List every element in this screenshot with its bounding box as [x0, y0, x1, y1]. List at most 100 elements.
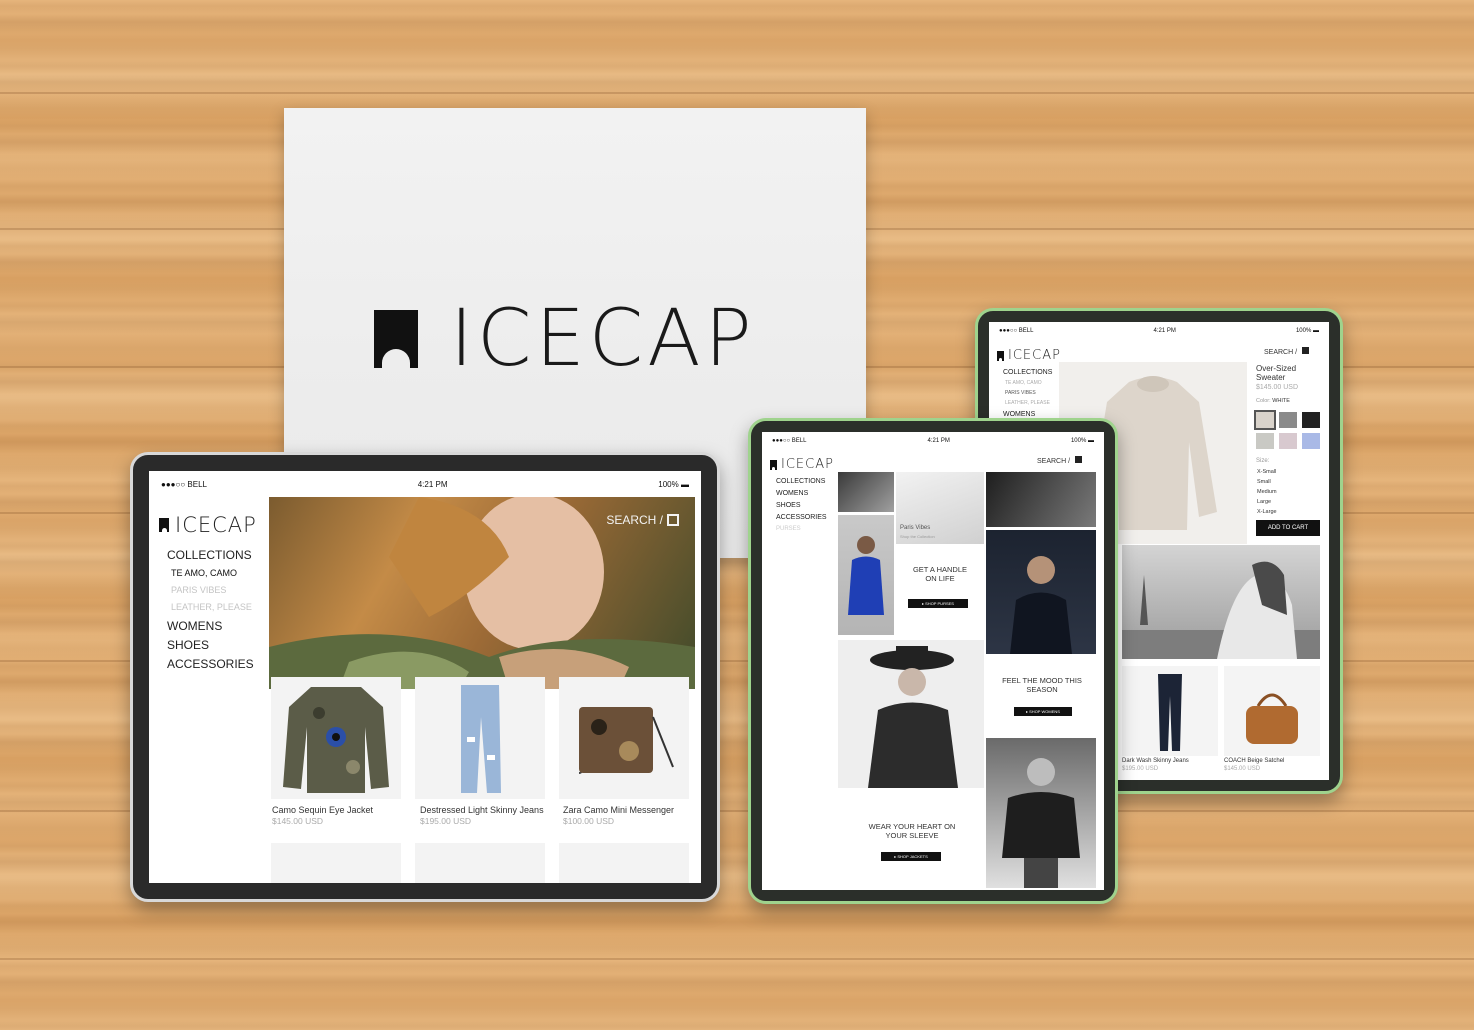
signal-icon: ●●●○○	[772, 438, 791, 444]
swatch[interactable]	[1302, 433, 1320, 449]
clock: 4:21 PM	[927, 438, 950, 444]
bookmark-icon	[159, 518, 169, 534]
status-bar: ●●●○○ BELL 4:21 PM 100% ▬	[149, 480, 701, 489]
nav-paris-vibes[interactable]: PARIS VIBES	[171, 585, 226, 595]
nav-te-amo-camo[interactable]: TE AMO, CAMO	[171, 568, 237, 578]
bookmark-icon	[374, 310, 418, 369]
size-option[interactable]: X-Small	[1257, 469, 1276, 475]
search-link[interactable]: SEARCH /	[606, 513, 679, 527]
status-bar: ●●●○○ BELL 4:21 PM 100% ▬	[989, 328, 1329, 334]
color-value: WHITE	[1272, 398, 1290, 404]
bag-icon[interactable]	[667, 514, 679, 526]
product-price: $145.00 USD	[1256, 384, 1299, 391]
nav-collections[interactable]: COLLECTIONS	[776, 478, 825, 485]
swatch[interactable]	[1279, 433, 1297, 449]
battery-label: 100%	[658, 480, 679, 489]
nav-womens[interactable]: WOMENS	[1003, 411, 1035, 418]
signal-icon: ●●●○○	[161, 480, 186, 489]
logo[interactable]: ICECAP	[770, 457, 834, 472]
shop-jackets-button[interactable]: ▸ SHOP JACKETS	[881, 852, 941, 861]
nav-womens[interactable]: WOMENS	[776, 490, 808, 497]
product-price: $100.00 USD	[563, 816, 615, 826]
logo-text: ICECAP	[1008, 348, 1061, 363]
color-row: Color: WHITE	[1256, 398, 1290, 404]
bookmark-icon	[997, 350, 1004, 362]
size-option[interactable]: X-Large	[1257, 509, 1277, 515]
product-image-jeans[interactable]	[1122, 666, 1218, 756]
carrier-label: BELL	[187, 480, 207, 489]
search-label: SEARCH /	[1263, 349, 1298, 356]
product-placeholder[interactable]	[271, 843, 401, 883]
nav-paris-vibes[interactable]: PARIS VIBES	[1005, 390, 1036, 396]
product-name[interactable]: Dark Wash Skinny Jeans	[1122, 758, 1189, 764]
photo-tile[interactable]	[986, 530, 1096, 654]
carrier-label: BELL	[791, 438, 807, 444]
promo-title: GET A HANDLE ON LIFE	[912, 565, 968, 583]
bag-icon[interactable]	[1075, 456, 1082, 463]
nav-accessories[interactable]: ACCESSORIES	[776, 514, 827, 521]
product-image-jeans[interactable]	[415, 677, 545, 799]
product-name[interactable]: COACH Beige Satchel	[1224, 758, 1284, 764]
add-to-cart-button[interactable]: ADD TO CART	[1256, 520, 1320, 536]
carrier-label: BELL	[1018, 328, 1034, 334]
logo[interactable]: ICECAP	[159, 513, 257, 537]
swatch[interactable]	[1256, 433, 1274, 449]
blue-jacket-photo[interactable]	[838, 515, 894, 635]
logo[interactable]: ICECAP	[997, 348, 1061, 363]
size-option[interactable]: Medium	[1257, 489, 1277, 495]
paris-photo[interactable]	[1122, 545, 1320, 659]
logo-text: ICECAP	[175, 513, 257, 537]
size-label: Size:	[1256, 458, 1270, 464]
product-image-messenger[interactable]	[559, 677, 689, 799]
product-image-jacket[interactable]	[271, 677, 401, 799]
product-name[interactable]: Destressed Light Skinny Jeans	[420, 805, 544, 815]
product-name[interactable]: Zara Camo Mini Messenger	[563, 805, 674, 815]
hero-image[interactable]: SEARCH /	[269, 497, 695, 689]
nav-collections[interactable]: COLLECTIONS	[1003, 369, 1052, 376]
nav-leather-please[interactable]: LEATHER, PLEASE	[171, 602, 252, 612]
paris-vibes-tile[interactable]: Paris Vibes Shop the Collection	[896, 472, 984, 544]
shop-purses-button[interactable]: ▸ SHOP PURSES	[908, 599, 968, 608]
tablet-middle: ●●●○○ BELL 4:21 PM 100% ▬ ICECAP SEARCH …	[748, 418, 1118, 904]
product-name: Over-Sized Sweater	[1256, 364, 1297, 382]
size-option[interactable]: Small	[1257, 479, 1271, 485]
product-placeholder[interactable]	[415, 843, 545, 883]
clock: 4:21 PM	[1153, 328, 1176, 334]
search-link[interactable]: SEARCH /	[1037, 456, 1082, 465]
photo-tile[interactable]	[986, 472, 1096, 527]
cta-label: SHOP JACKETS	[897, 854, 928, 859]
product-placeholder[interactable]	[559, 843, 689, 883]
cta-label: SHOP PURSES	[925, 601, 954, 606]
signal-icon: ●●●○○	[999, 328, 1018, 334]
nav-shoes[interactable]: SHOES	[776, 502, 801, 509]
nav-te-amo-camo[interactable]: TE AMO, CAMO	[1005, 380, 1042, 386]
bag-icon[interactable]	[1302, 347, 1309, 354]
tile-title: Paris Vibes	[900, 525, 931, 531]
nav-purses[interactable]: PURSES	[776, 526, 801, 532]
product-name[interactable]: Camo Sequin Eye Jacket	[272, 805, 373, 815]
swatch[interactable]	[1254, 410, 1276, 430]
letterman-photo[interactable]	[986, 738, 1096, 888]
brand-wordmark: ICECAP	[450, 294, 756, 384]
nav-collections[interactable]: COLLECTIONS	[167, 548, 252, 562]
cta-label: SHOP WOMENS	[1029, 709, 1060, 714]
hat-photo[interactable]	[838, 640, 984, 788]
swatch[interactable]	[1302, 412, 1320, 428]
color-label: Color:	[1256, 398, 1271, 404]
nav-shoes[interactable]: SHOES	[167, 638, 209, 652]
promo-title: FEEL THE MOOD THIS SEASON	[1002, 676, 1082, 694]
status-bar: ●●●○○ BELL 4:21 PM 100% ▬	[762, 438, 1104, 444]
search-link[interactable]: SEARCH /	[1264, 347, 1309, 356]
product-image-satchel[interactable]	[1224, 666, 1320, 756]
nav-womens[interactable]: WOMENS	[167, 619, 222, 633]
shop-womens-button[interactable]: ▸ SHOP WOMENS	[1014, 707, 1072, 716]
battery-icon: ▬	[1088, 438, 1094, 444]
tile-subtitle: Shop the Collection	[900, 534, 935, 539]
swatch[interactable]	[1279, 412, 1297, 428]
battery-label: 100%	[1295, 328, 1312, 334]
nav-leather-please[interactable]: LEATHER, PLEASE	[1005, 400, 1050, 406]
photo-tile[interactable]	[838, 472, 894, 512]
tablet-left: ●●●○○ BELL 4:21 PM 100% ▬ ICECAP COLLECT…	[130, 452, 720, 902]
size-option[interactable]: Large	[1257, 499, 1271, 505]
nav-accessories[interactable]: ACCESSORIES	[167, 657, 254, 671]
